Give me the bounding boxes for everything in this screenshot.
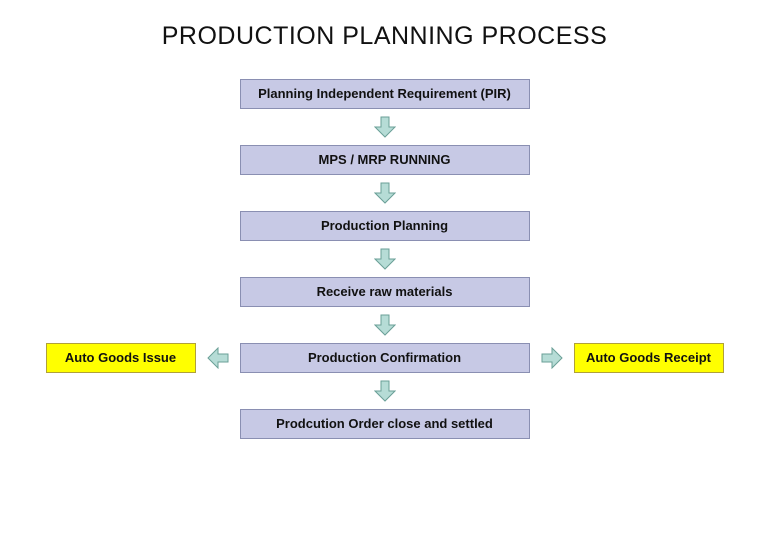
arrow-down-icon [374, 181, 396, 205]
confirmation-row: Auto Goods Issue Production Confirmation… [0, 343, 769, 373]
center-column: Planning Independent Requirement (PIR) M… [0, 79, 769, 439]
step-production-planning: Production Planning [240, 211, 530, 241]
arrow-down-icon [374, 313, 396, 337]
arrow-right-icon [540, 347, 564, 369]
side-auto-goods-issue: Auto Goods Issue [46, 343, 196, 373]
arrow-down-icon [374, 247, 396, 271]
step-production-confirmation: Production Confirmation [240, 343, 530, 373]
step-mps-mrp: MPS / MRP RUNNING [240, 145, 530, 175]
arrow-left-icon [206, 347, 230, 369]
arrow-down-icon [374, 379, 396, 403]
arrow-down-icon [374, 115, 396, 139]
side-auto-goods-receipt: Auto Goods Receipt [574, 343, 724, 373]
flowchart: Planning Independent Requirement (PIR) M… [0, 79, 769, 439]
step-receive-raw-materials: Receive raw materials [240, 277, 530, 307]
step-pir: Planning Independent Requirement (PIR) [240, 79, 530, 109]
step-order-close-settled: Prodcution Order close and settled [240, 409, 530, 439]
diagram-title: PRODUCTION PLANNING PROCESS [0, 22, 769, 51]
